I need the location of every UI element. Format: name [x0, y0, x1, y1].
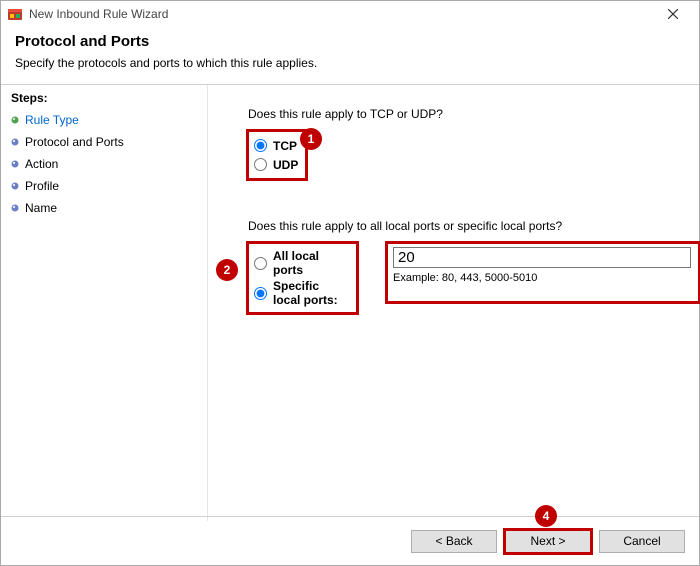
step-name[interactable]: Name [11, 201, 197, 215]
port-input-group: Example: 80, 443, 5000-5010 [387, 243, 699, 302]
ports-section: Does this rule apply to all local ports … [248, 219, 699, 313]
udp-label[interactable]: UDP [273, 158, 298, 172]
step-bullet-icon [11, 182, 19, 190]
all-ports-label[interactable]: All local ports [273, 249, 349, 277]
step-label: Name [25, 201, 57, 215]
step-bullet-icon [11, 138, 19, 146]
step-bullet-icon [11, 116, 19, 124]
body: Steps: Rule Type Protocol and Ports Acti… [1, 84, 699, 521]
cancel-button[interactable]: Cancel [599, 530, 685, 553]
back-button[interactable]: < Back [411, 530, 497, 553]
port-example: Example: 80, 443, 5000-5010 [393, 272, 691, 284]
step-rule-type[interactable]: Rule Type [11, 113, 197, 127]
ports-question: Does this rule apply to all local ports … [248, 219, 699, 233]
main-content: Does this rule apply to TCP or UDP? TCP … [208, 85, 699, 521]
step-bullet-icon [11, 204, 19, 212]
app-icon [7, 6, 23, 22]
close-icon [668, 9, 678, 19]
step-action[interactable]: Action [11, 157, 197, 171]
page-subtitle: Specify the protocols and ports to which… [15, 56, 685, 70]
window-title: New Inbound Rule Wizard [29, 7, 653, 21]
annotation-callout-1: 1 [300, 128, 322, 150]
wizard-window: New Inbound Rule Wizard Protocol and Por… [0, 0, 700, 566]
page-title: Protocol and Ports [15, 33, 685, 50]
annotation-callout-2: 2 [216, 259, 238, 281]
specific-ports-radio[interactable] [254, 287, 267, 300]
tcp-label[interactable]: TCP [273, 139, 297, 153]
steps-sidebar: Steps: Rule Type Protocol and Ports Acti… [1, 85, 208, 521]
step-label: Rule Type [25, 113, 79, 127]
close-button[interactable] [653, 1, 693, 27]
footer: < Back Next > Cancel 4 [1, 516, 699, 565]
tcp-radio[interactable] [254, 139, 267, 152]
port-input[interactable] [393, 247, 691, 268]
step-bullet-icon [11, 160, 19, 168]
protocol-radio-group: TCP UDP [248, 131, 306, 179]
next-button[interactable]: Next > [505, 530, 591, 553]
step-label: Action [25, 157, 58, 171]
all-ports-radio[interactable] [254, 257, 267, 270]
steps-label: Steps: [11, 91, 197, 105]
udp-radio[interactable] [254, 158, 267, 171]
titlebar: New Inbound Rule Wizard [1, 1, 699, 27]
step-profile[interactable]: Profile [11, 179, 197, 193]
header: Protocol and Ports Specify the protocols… [1, 27, 699, 84]
step-label: Protocol and Ports [25, 135, 124, 149]
annotation-callout-4: 4 [535, 505, 557, 527]
protocol-question: Does this rule apply to TCP or UDP? [248, 107, 699, 121]
ports-radio-group: All local ports Specific local ports: [248, 243, 357, 313]
step-protocol-and-ports[interactable]: Protocol and Ports [11, 135, 197, 149]
specific-ports-label[interactable]: Specific local ports: [273, 279, 349, 307]
step-label: Profile [25, 179, 59, 193]
